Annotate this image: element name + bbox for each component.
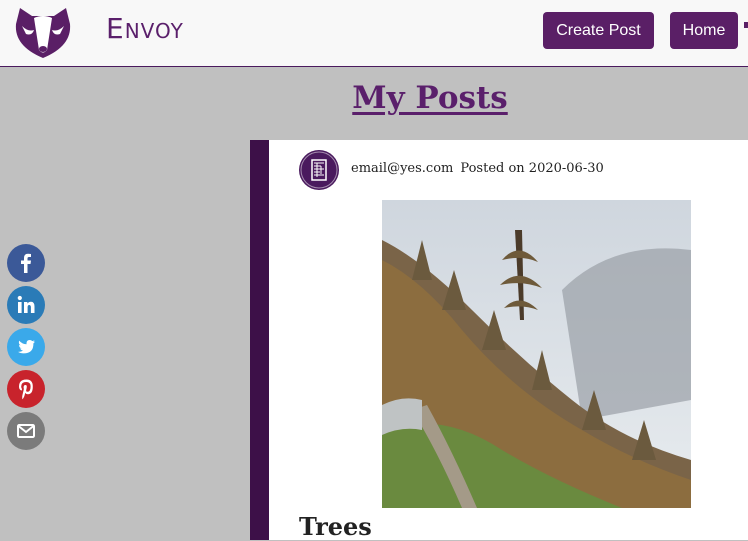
post-meta: email@yes.com Posted on 2020-06-30	[351, 161, 604, 176]
email-share-button[interactable]	[7, 412, 45, 450]
avatar-pattern-icon	[300, 151, 338, 189]
user-avatar[interactable]	[299, 150, 339, 190]
page-title[interactable]: My Posts	[330, 80, 530, 116]
create-post-button[interactable]: Create Post	[543, 12, 654, 49]
facebook-share-button[interactable]	[7, 244, 45, 282]
linkedin-share-button[interactable]	[7, 286, 45, 324]
twitter-share-button[interactable]	[7, 328, 45, 366]
badger-logo-icon[interactable]	[12, 2, 74, 60]
post-date: Posted on 2020-06-30	[460, 161, 604, 176]
email-icon	[17, 424, 35, 438]
post-image[interactable]	[382, 200, 691, 508]
brand-name[interactable]: Envoy	[106, 12, 184, 45]
facebook-icon	[21, 253, 31, 273]
post-card: email@yes.com Posted on 2020-06-30 Trees	[250, 140, 748, 541]
post-title[interactable]: Trees	[299, 512, 372, 541]
twitter-icon	[18, 340, 35, 354]
navbar: Envoy Create Post Home	[0, 0, 748, 67]
pinterest-icon	[19, 379, 33, 400]
nav-overflow-edge	[744, 22, 748, 28]
pinterest-share-button[interactable]	[7, 370, 45, 408]
linkedin-icon	[17, 295, 35, 313]
home-button[interactable]: Home	[670, 12, 738, 49]
author-email[interactable]: email@yes.com	[351, 161, 453, 176]
